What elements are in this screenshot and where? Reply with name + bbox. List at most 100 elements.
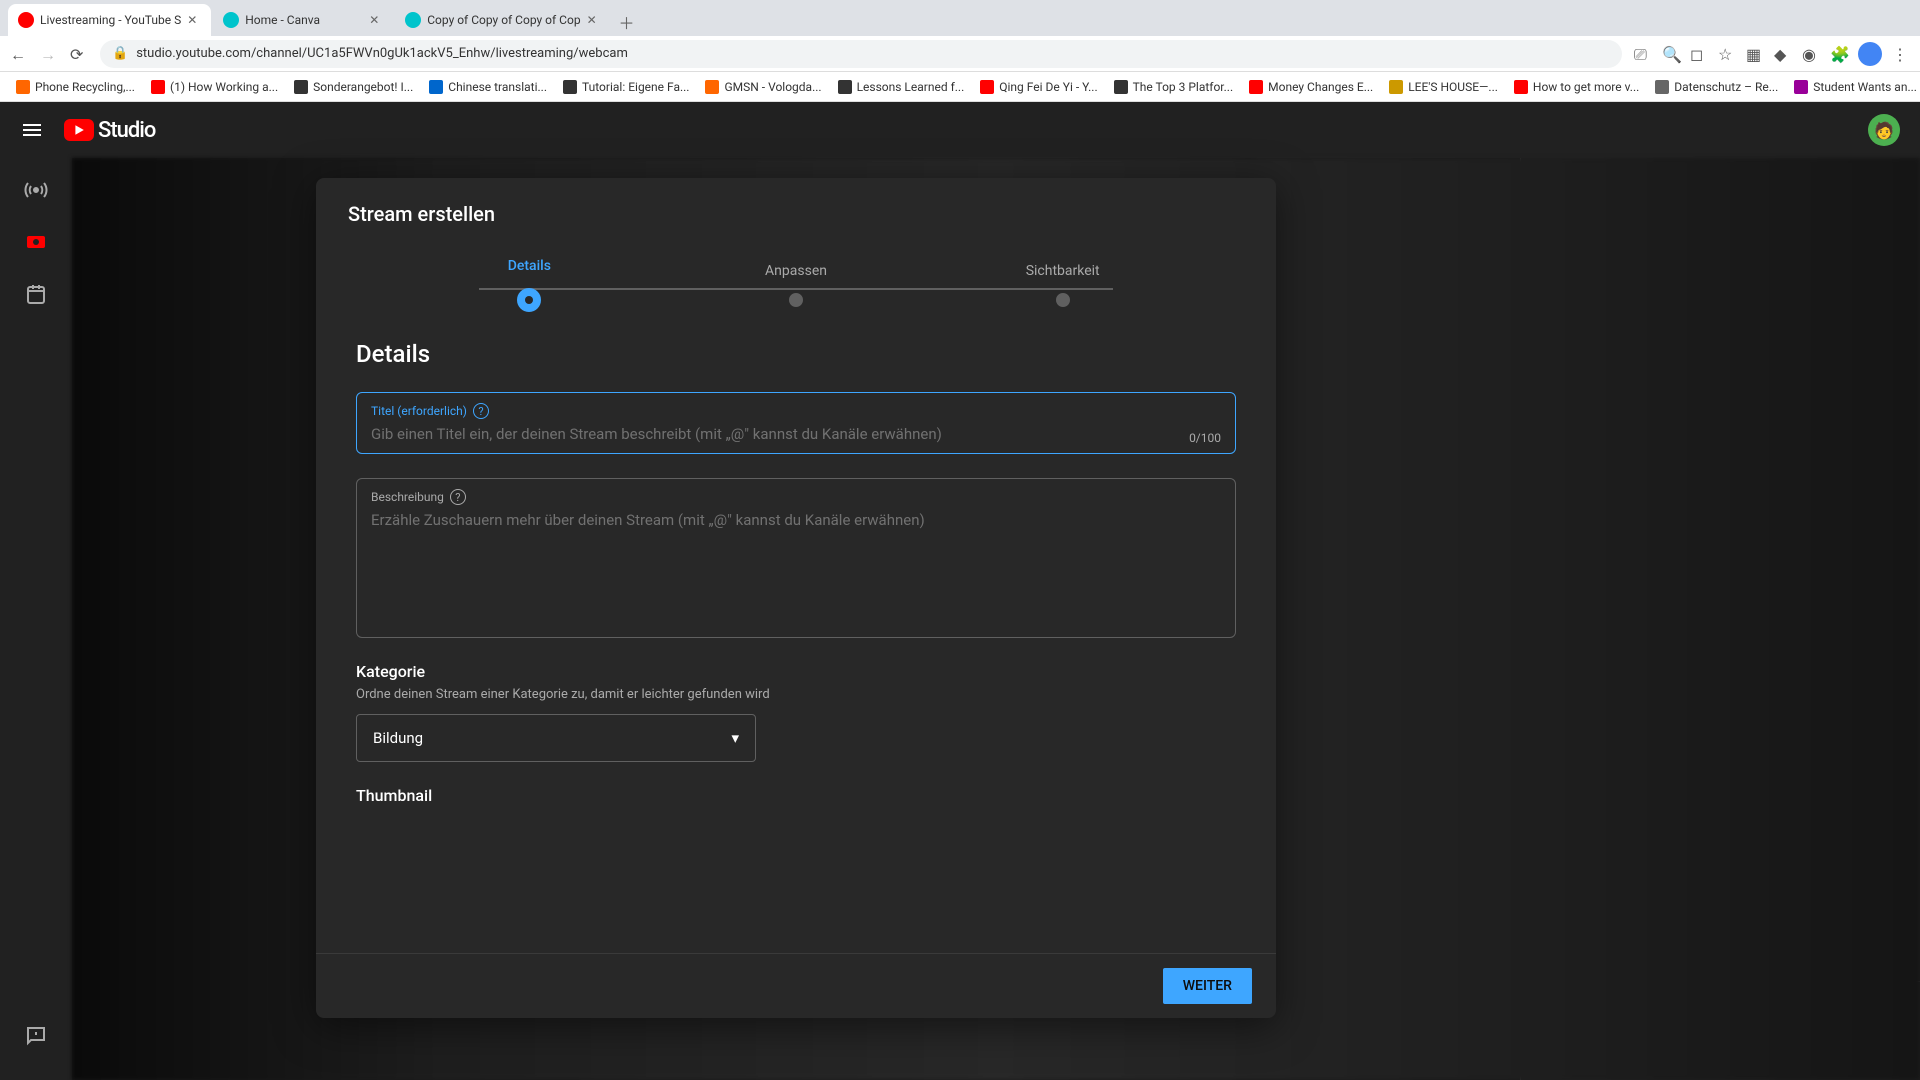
help-icon[interactable]: ? [450,489,466,505]
step-visibility[interactable]: Sichtbarkeit [929,263,1196,307]
bookmark-icon [1389,80,1403,94]
step-details[interactable]: Details [396,258,663,312]
bookmark-label: How to get more v... [1533,80,1639,94]
bookmark-item[interactable]: Datenschutz – Re... [1649,76,1784,98]
title-input[interactable] [371,425,1221,443]
step-dot-icon [517,288,541,312]
bookmark-item[interactable]: Qing Fei De Yi - Y... [974,76,1103,98]
step-customize[interactable]: Anpassen [663,263,930,307]
bookmark-item[interactable]: Lessons Learned f... [832,76,971,98]
youtube-icon [64,119,94,141]
bookmark-item[interactable]: LEE'S HOUSE—... [1383,76,1504,98]
tab-title: Livestreaming - YouTube S [40,13,181,27]
bookmark-label: GMSN - Vologda... [724,80,821,94]
close-icon[interactable]: ✕ [587,13,601,27]
menu-icon[interactable]: ⋮ [1892,45,1910,63]
zoom-icon[interactable]: 🔍 [1662,45,1680,63]
browser-tab[interactable]: Home - Canva ✕ [213,4,393,36]
bookmark-icon [151,80,165,94]
address-bar: ← → ⟳ 🔒 studio.youtube.com/channel/UC1a5… [0,36,1920,72]
bookmark-item[interactable]: How to get more v... [1508,76,1645,98]
url-input[interactable]: 🔒 studio.youtube.com/channel/UC1a5FWVn0g… [100,40,1622,68]
user-avatar[interactable]: 🧑 [1868,114,1900,146]
stepper: Details Anpassen Sichtbarkeit [316,242,1276,320]
bookmark-icon [705,80,719,94]
canva-icon [405,12,421,28]
forward-icon[interactable]: → [40,45,58,63]
bookmark-item[interactable]: Tutorial: Eigene Fa... [557,76,695,98]
bookmark-label: Money Changes E... [1268,80,1373,94]
description-input[interactable] [371,511,1221,621]
category-desc: Ordne deinen Stream einer Kategorie zu, … [356,687,1236,702]
step-dot-icon [789,293,803,307]
bookmark-item[interactable]: The Top 3 Platfor... [1108,76,1240,98]
reload-icon[interactable]: ⟳ [70,45,88,63]
bookmark-label: Qing Fei De Yi - Y... [999,80,1097,94]
bookmark-item[interactable]: Money Changes E... [1243,76,1379,98]
app-header: Studio 🧑 [0,102,1920,158]
bookmark-label: Sonderangebot! I... [313,80,413,94]
stepper-line [479,288,1113,290]
create-stream-modal: Stream erstellen Details Anpassen Sich [316,178,1276,1018]
bookmark-label: Student Wants an... [1813,80,1917,94]
section-title: Details [356,340,1236,368]
bookmark-label: The Top 3 Platfor... [1133,80,1234,94]
bookmark-icon [1249,80,1263,94]
bookmark-icon [1655,80,1669,94]
bookmark-item[interactable]: Sonderangebot! I... [288,76,419,98]
youtube-studio-logo[interactable]: Studio [64,118,155,143]
url-text: studio.youtube.com/channel/UC1a5FWVn0gUk… [136,46,1610,61]
bookmark-icon [563,80,577,94]
close-icon[interactable]: ✕ [187,13,201,27]
bookmark-label: Phone Recycling,... [35,80,135,94]
next-button[interactable]: WEITER [1163,968,1252,1004]
close-icon[interactable]: ✕ [369,13,383,27]
tab-title: Home - Canva [245,13,363,27]
category-select[interactable]: Bildung ▾ [356,714,756,762]
sidebar-manage-icon[interactable] [12,270,60,318]
sidebar-webcam-icon[interactable] [12,218,60,266]
logo-text: Studio [98,118,155,143]
cast-icon[interactable]: ◻ [1690,45,1708,63]
bookmark-icon [294,80,308,94]
canva-icon [223,12,239,28]
bookmark-item[interactable]: (1) How Working a... [145,76,284,98]
star-icon[interactable]: ☆ [1718,45,1736,63]
bookmark-icon [429,80,443,94]
bookmark-label: Datenschutz – Re... [1674,80,1778,94]
profile-avatar[interactable] [1858,42,1882,66]
bookmark-label: Tutorial: Eigene Fa... [582,80,689,94]
extension-icon[interactable]: ◉ [1802,45,1820,63]
new-tab-button[interactable]: ＋ [613,8,641,36]
camera-icon[interactable]: ⎚ [1634,45,1652,63]
chevron-down-icon: ▾ [731,729,739,747]
back-icon[interactable]: ← [10,45,28,63]
bookmark-label: (1) How Working a... [170,80,278,94]
bookmark-item[interactable]: Chinese translati... [423,76,553,98]
title-label: Titel (erforderlich) [371,404,467,418]
title-field[interactable]: Titel (erforderlich) ? 0/100 [356,392,1236,454]
category-value: Bildung [373,729,423,747]
bookmark-icon [980,80,994,94]
browser-tab[interactable]: Copy of Copy of Copy of Cop ✕ [395,4,610,36]
bookmarks-bar: Phone Recycling,... (1) How Working a... S… [0,72,1920,102]
help-icon[interactable]: ? [473,403,489,419]
youtube-icon [18,12,34,28]
hamburger-icon[interactable] [20,118,44,142]
bookmark-icon [1114,80,1128,94]
step-dot-icon [1056,293,1070,307]
bookmark-item[interactable]: Student Wants an... [1788,76,1920,98]
bookmark-item[interactable]: GMSN - Vologda... [699,76,827,98]
category-title: Kategorie [356,662,1236,681]
description-field[interactable]: Beschreibung ? [356,478,1236,638]
extension-icon[interactable]: ◆ [1774,45,1792,63]
bookmark-item[interactable]: Phone Recycling,... [10,76,141,98]
title-counter: 0/100 [1189,431,1221,445]
bookmark-label: Lessons Learned f... [857,80,965,94]
extension-icon[interactable]: ▦ [1746,45,1764,63]
browser-tab[interactable]: Livestreaming - YouTube S ✕ [8,4,211,36]
sidebar-stream-icon[interactable] [12,166,60,214]
lock-icon: 🔒 [112,46,128,61]
sidebar-feedback-icon[interactable] [12,1012,60,1060]
extensions-icon[interactable]: 🧩 [1830,45,1848,63]
